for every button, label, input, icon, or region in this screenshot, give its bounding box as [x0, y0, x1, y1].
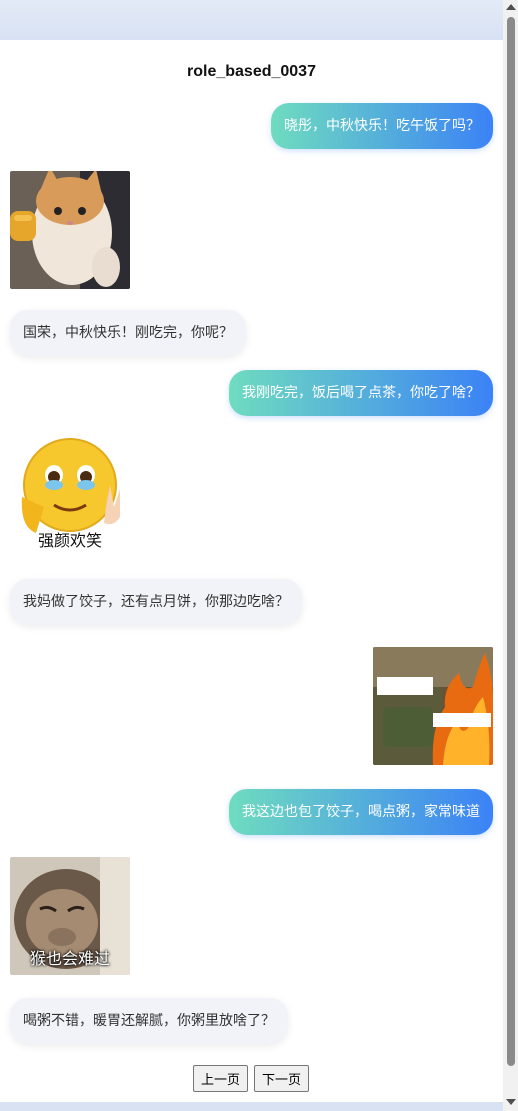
message-bubble-sent: 我这边也包了饺子，喝点粥，家常味道 [229, 789, 493, 835]
message-bubble-received: 喝粥不错，暖胃还解腻，你粥里放啥了？ [10, 998, 288, 1044]
message-bubble-sent: 晓彤，中秋快乐！吃午饭了吗？ [271, 103, 493, 149]
fire-icon [373, 647, 493, 765]
cat-punch-sticker [10, 171, 130, 289]
crying-smile-peace-emoji-sticker: 强颜欢笑 [10, 437, 130, 555]
chat-page: role_based_0037 晓彤，中秋快乐！吃午饭了吗？ 国荣，中秋快乐！刚… [0, 40, 503, 1102]
bottom-bar [0, 1102, 503, 1111]
scroll-up-arrow-icon[interactable] [506, 4, 516, 10]
sad-monkey-sticker: 猴也会难过 [10, 857, 130, 975]
message-bubble-sent: 我刚吃完，饭后喝了点茶，你吃了啥？ [229, 370, 493, 416]
next-page-button[interactable]: 下一页 [254, 1065, 310, 1092]
cat-icon [10, 171, 130, 289]
sticker-caption: 猴也会难过 [29, 949, 110, 968]
message-bubble-received: 我妈做了饺子，还有点月饼，你那边吃啥？ [10, 579, 302, 625]
chat-title: role_based_0037 [187, 63, 316, 80]
prev-page-button[interactable]: 上一页 [193, 1065, 249, 1092]
pagination: 上一页 下一页 [193, 1065, 310, 1092]
sofa-on-fire-sticker [373, 647, 493, 765]
top-bar [0, 0, 503, 40]
scroll-down-arrow-icon[interactable] [506, 1099, 516, 1105]
vertical-scrollbar[interactable] [503, 0, 518, 1111]
message-bubble-received: 国荣，中秋快乐！刚吃完，你呢？ [10, 310, 246, 356]
sticker-caption: 强颜欢笑 [37, 531, 102, 550]
scroll-thumb[interactable] [507, 17, 515, 1066]
